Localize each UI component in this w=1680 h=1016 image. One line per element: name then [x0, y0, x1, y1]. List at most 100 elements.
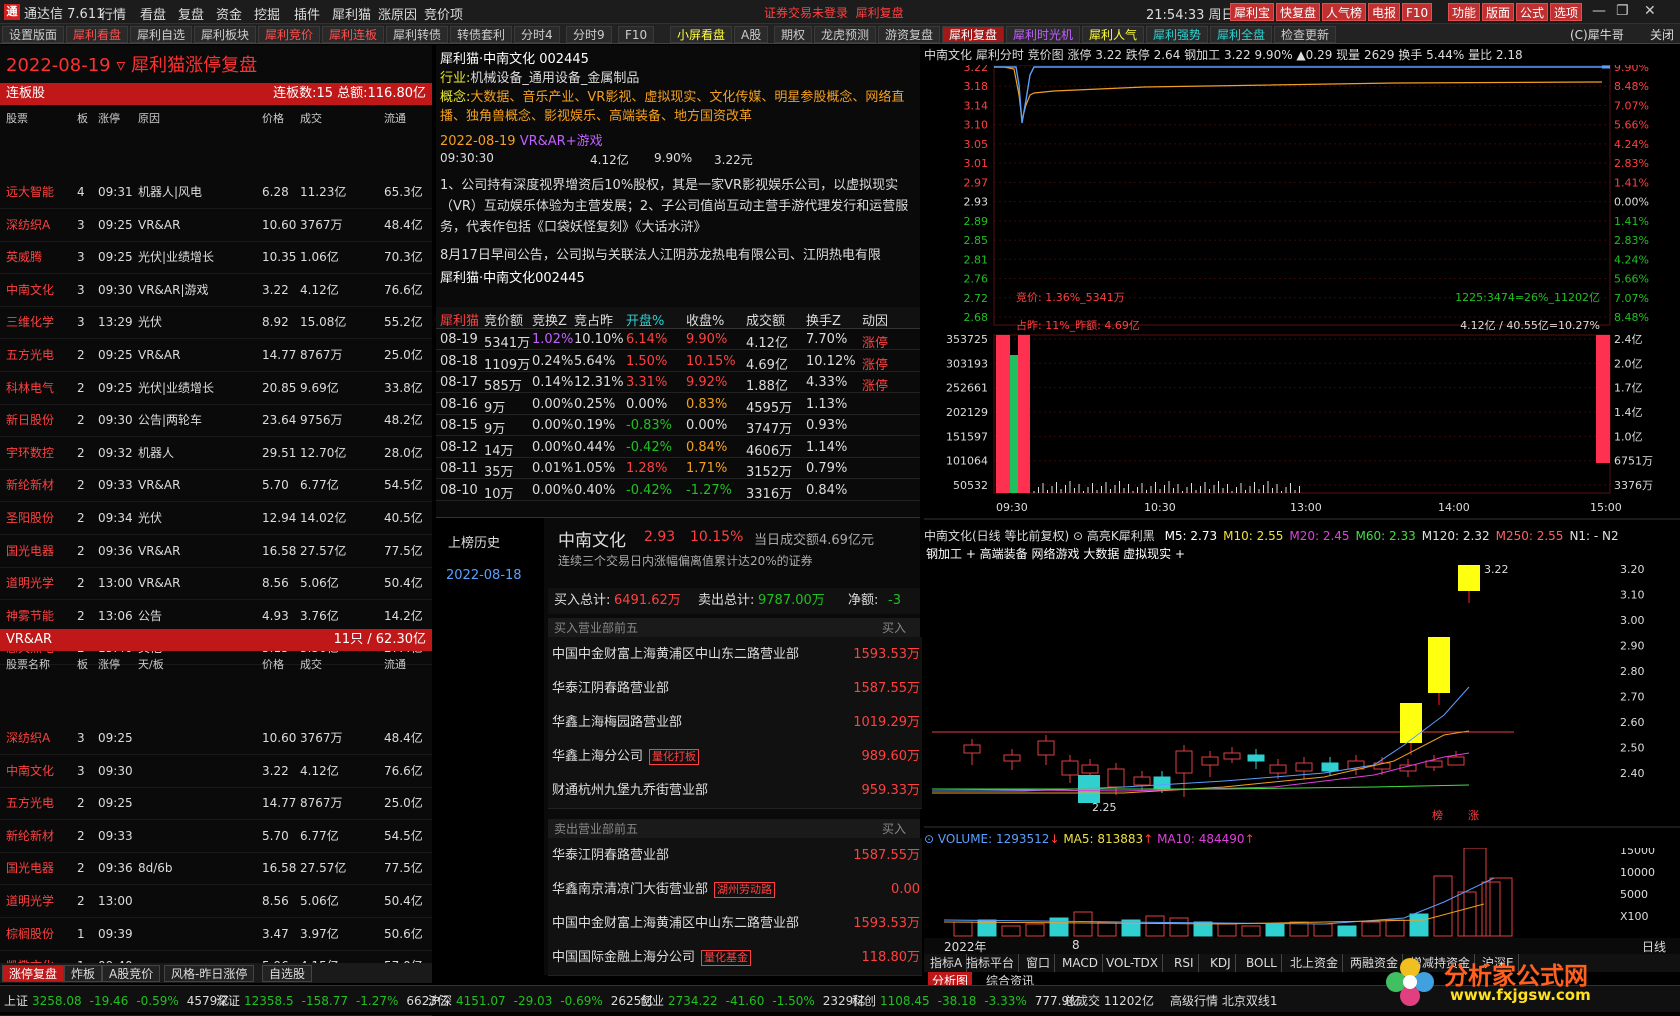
bottom-tab-0[interactable]: 涨停复盘: [2, 965, 65, 982]
col-header-4[interactable]: 价格: [262, 107, 284, 131]
menu-item-3[interactable]: 资金: [216, 4, 242, 23]
table-row[interactable]: 08-11 35万 0.01% 1.05% 1.28% 1.71% 3152万 0.79%: [436, 458, 920, 480]
col-header-0[interactable]: 股票名称: [6, 653, 50, 677]
top-tag-5[interactable]: 功能: [1448, 3, 1481, 21]
col-header-1[interactable]: 板: [77, 653, 88, 677]
table-col-5[interactable]: 收盘%: [686, 310, 724, 329]
bottom-tab-4[interactable]: 自选股: [262, 965, 313, 982]
tab-3[interactable]: 犀利板块: [194, 26, 257, 43]
stock-row[interactable]: 科林电气 2 09:25 光伏|业绩增长 20.85 9.69亿 33.8亿: [0, 372, 432, 405]
top-tag-3[interactable]: 电报: [1368, 3, 1401, 21]
table-col-1[interactable]: 竞价额: [484, 310, 523, 329]
stock-row[interactable]: 神雾节能 2 13:06 公告 4.93 3.76亿 14.2亿: [0, 600, 432, 633]
index-quote[interactable]: 创业 2734.22 -41.60 -1.50% 2329亿: [640, 992, 865, 1009]
vrar-sector-header[interactable]: VR&AR 11只 / 62.30亿: [0, 629, 432, 651]
login-notice[interactable]: 证券交易未登录 犀利复盘: [764, 4, 904, 21]
table-col-4[interactable]: 开盘%: [626, 310, 664, 329]
tab-12[interactable]: A股: [734, 26, 769, 43]
tab-7[interactable]: 转债套利: [450, 26, 513, 43]
stock-row[interactable]: 中南文化 3 09:30 VR&AR|游戏 3.22 4.12亿 76.6亿: [0, 274, 432, 307]
table-row[interactable]: 08-19 5341万 1.02% 10.10% 6.14% 9.90% 4.12亿 7.70…: [436, 329, 920, 351]
col-header-3[interactable]: 原因: [138, 107, 160, 131]
table-row[interactable]: 08-18 1109万 0.24% 5.64% 1.50% 10.15% 4.69亿 10.1…: [436, 351, 920, 373]
stock-row[interactable]: 道明光学 2 13:00 8.56 5.06亿 50.4亿: [0, 885, 432, 918]
top-tag-7[interactable]: 公式: [1516, 3, 1549, 21]
stock-row[interactable]: 宇环数控 2 09:32 机器人 29.51 12.70亿 28.0亿: [0, 437, 432, 470]
menu-item-2[interactable]: 复盘: [178, 4, 204, 23]
history-date-item[interactable]: 2022-08-18: [446, 568, 522, 583]
restore-icon[interactable]: ❐: [1616, 3, 1629, 19]
index-quote[interactable]: 深证 12358.5 -158.77 -1.27% 6623亿: [216, 992, 449, 1009]
stock-row[interactable]: 远大智能 4 09:31 机器人|风电 6.28 11.23亿 65.3亿: [0, 176, 432, 209]
stock-row[interactable]: 深纺织A 3 09:25 10.60 3767万 48.4亿: [0, 722, 432, 755]
table-row[interactable]: 08-16 9万 0.00% 0.25% 0.00% 0.83% 4595万 1.13%: [436, 394, 920, 416]
stock-row[interactable]: 道明光学 2 13:00 VR&AR 8.56 5.06亿 50.4亿: [0, 567, 432, 601]
indicator-tab-8[interactable]: 北上资金: [1286, 954, 1344, 972]
volume-chart[interactable]: 15000 10000 5000 X100: [924, 848, 1680, 938]
indicator-tab-6[interactable]: KDJ: [1206, 954, 1236, 972]
tab-16[interactable]: 犀利复盘: [942, 26, 1005, 43]
tab-19[interactable]: 犀利强势: [1146, 26, 1209, 43]
index-quote[interactable]: 科创 1108.45 -38.18 -3.33% 777.9亿: [852, 992, 1081, 1009]
table-col-8[interactable]: 动因: [862, 310, 888, 329]
col-header-6[interactable]: 流通: [384, 107, 406, 131]
tab-5[interactable]: 犀利连板: [322, 26, 385, 43]
server-info[interactable]: 高级行情 北京双线1: [1170, 992, 1277, 1009]
stock-row[interactable]: 新日股份 2 09:30 公告|两轮车 23.64 9756万 48.2亿: [0, 404, 432, 438]
col-header-5[interactable]: 成交: [300, 107, 322, 131]
menu-item-7[interactable]: 涨原因: [378, 4, 417, 23]
stock-row[interactable]: 三维化学 3 13:29 光伏 8.92 15.08亿 55.2亿: [0, 306, 432, 340]
kline-chart[interactable]: 3.20 3.10 3.00 2.90 2.80 2.70 2.60 2.50 2.40 3.22…: [924, 565, 1680, 830]
stock-row[interactable]: 国光电器 2 09:36 VR&AR 16.58 27.57亿 77.5亿: [0, 535, 432, 568]
table-row[interactable]: 08-12 14万 0.00% 0.44% -0.42% 0.84% 4606万 1.14%: [436, 437, 920, 459]
buy-broker-row[interactable]: 财通杭州九堡九乔街营业部 959.33万: [548, 773, 922, 809]
tab-20[interactable]: 犀利全盘: [1210, 26, 1273, 43]
stock-row[interactable]: 深纺织A 3 09:25 VR&AR 10.60 3767万 48.4亿: [0, 209, 432, 242]
buy-broker-row[interactable]: 中国中金财富上海黄浦区中山东二路营业部 1593.53万: [548, 637, 922, 673]
menu-item-6[interactable]: 犀利猫: [332, 4, 371, 23]
top-tag-2[interactable]: 人气榜: [1322, 3, 1367, 21]
tab-21[interactable]: 检查更新: [1274, 26, 1337, 43]
col-header-2[interactable]: 涨停: [98, 653, 120, 677]
table-col-6[interactable]: 成交额: [746, 310, 785, 329]
stock-row[interactable]: 国光电器 2 09:36 8d/6b 16.58 27.57亿 77.5亿: [0, 852, 432, 886]
tab-9[interactable]: 分时9: [566, 26, 612, 43]
top-tag-0[interactable]: 犀利宝: [1230, 3, 1275, 21]
index-quote[interactable]: 沪深 4151.07 -29.03 -0.69% 2625亿: [428, 992, 653, 1009]
indicator-tab-4[interactable]: VOL-TDX: [1102, 954, 1163, 972]
tab-17[interactable]: 犀利时光机: [1006, 26, 1081, 43]
tab-10[interactable]: F10: [618, 26, 655, 43]
col-header-5[interactable]: 成交: [300, 653, 322, 677]
close-icon[interactable]: ✕: [1644, 3, 1656, 19]
col-header-6[interactable]: 流通: [384, 653, 406, 677]
tab-18[interactable]: 犀利人气: [1082, 26, 1145, 43]
bottom-tab-2[interactable]: A股竞价: [102, 965, 161, 982]
tab-0[interactable]: 设置版面: [2, 26, 65, 43]
indicator-tab-2[interactable]: 窗口: [1022, 954, 1056, 972]
sell-broker-row[interactable]: 中国中金财富上海黄浦区中山东二路营业部 1593.53万: [548, 906, 922, 942]
table-col-0[interactable]: 犀利猫: [440, 310, 479, 329]
tab-2[interactable]: 犀利自选: [130, 26, 193, 43]
table-row[interactable]: 08-10 10万 0.00% 0.40% -0.42% -1.27% 3316万 0.84%: [436, 480, 920, 502]
top-tag-4[interactable]: F10: [1402, 3, 1433, 21]
tab-14[interactable]: 龙虎预测: [814, 26, 877, 43]
table-col-2[interactable]: 竞换Z: [532, 310, 567, 329]
tab-4[interactable]: 犀利竞价: [258, 26, 321, 43]
tab-15[interactable]: 游资复盘: [878, 26, 941, 43]
stock-row[interactable]: 五方光电 2 09:25 14.77 8767万 25.0亿: [0, 787, 432, 821]
tab-1[interactable]: 犀利看盘: [66, 26, 129, 43]
tab-6[interactable]: 犀利转债: [386, 26, 449, 43]
col-header-0[interactable]: 股票: [6, 107, 28, 131]
stock-row[interactable]: 英威腾 3 09:25 光伏|业绩增长 10.35 1.06亿 70.3亿: [0, 241, 432, 275]
col-header-2[interactable]: 涨停: [98, 107, 120, 131]
top-tag-8[interactable]: 选项: [1550, 3, 1583, 21]
close-layout-button[interactable]: 关闭: [1650, 26, 1674, 43]
col-header-3[interactable]: 天/板: [138, 653, 164, 677]
tab-11[interactable]: 小屏看盘: [670, 26, 733, 43]
stock-row[interactable]: 新纶新材 2 09:33 VR&AR 5.70 6.77亿 54.5亿: [0, 469, 432, 503]
sell-broker-row[interactable]: 华泰江阴春路营业部 1587.55万: [548, 838, 922, 874]
sell-broker-row[interactable]: 中国国际金融上海分公司 量化基金 118.80万: [548, 940, 922, 976]
intraday-chart[interactable]: 3.22 9.90% 3.18 8.48% 3.14 7.07% 3.10 5.66% 3.05…: [924, 65, 1680, 535]
sell-broker-row[interactable]: 华鑫南京清凉门大街营业部 湖州劳动路 0.00: [548, 872, 922, 908]
menu-item-1[interactable]: 看盘: [140, 4, 166, 23]
